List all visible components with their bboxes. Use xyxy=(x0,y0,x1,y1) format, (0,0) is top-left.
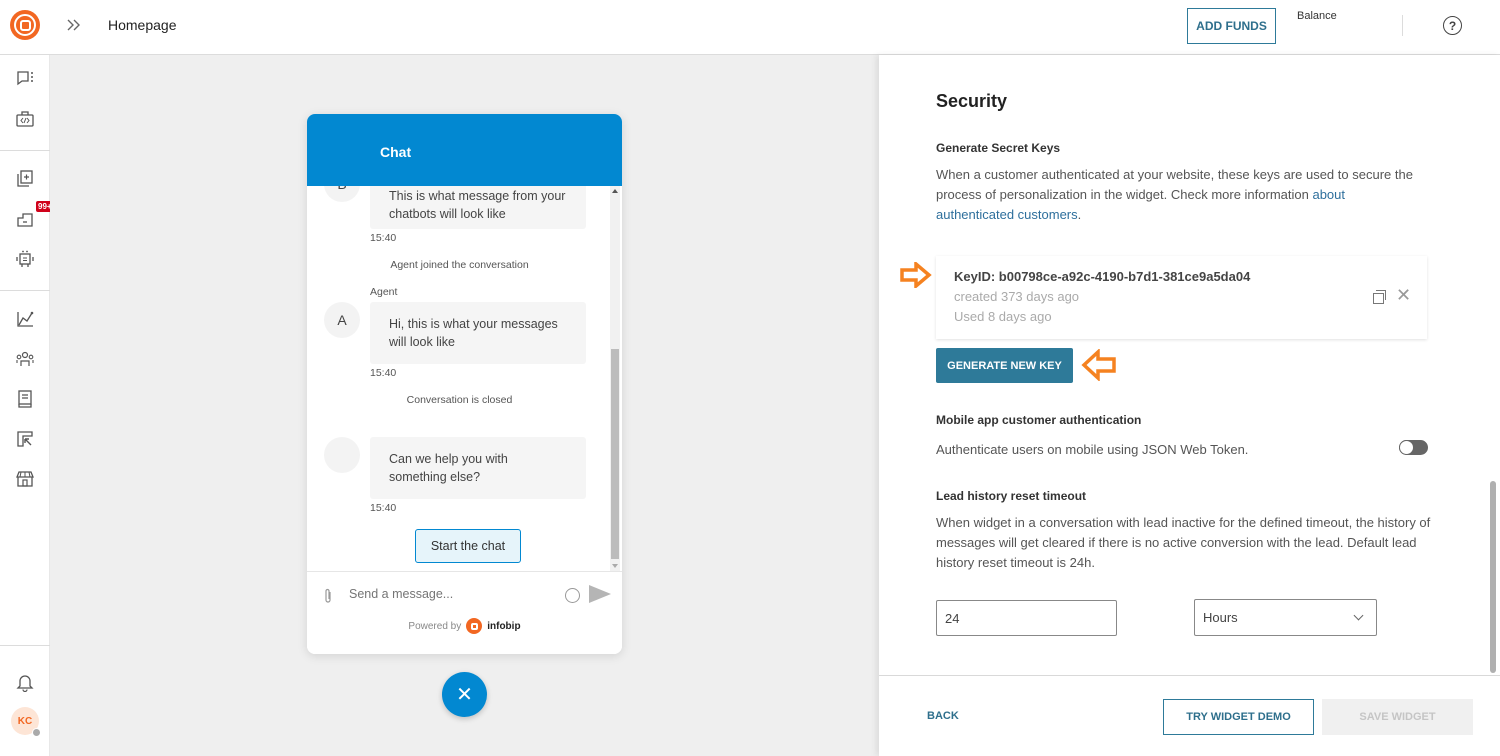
description-end: . xyxy=(1077,207,1082,222)
generate-new-key-button[interactable]: GENERATE NEW KEY xyxy=(936,348,1073,383)
storefront-icon[interactable] xyxy=(14,468,36,490)
code-briefcase-icon[interactable] xyxy=(14,108,36,130)
message-timestamp: 15:40 xyxy=(370,367,397,379)
key-created: created 373 days ago xyxy=(954,289,1080,304)
system-message: Conversation is closed xyxy=(406,394,513,406)
infobip-logo-icon xyxy=(466,618,483,634)
scroll-up-arrow-icon[interactable] xyxy=(612,189,618,193)
timeout-unit-select[interactable]: Hours xyxy=(1194,599,1377,636)
emoji-icon[interactable] xyxy=(565,588,580,603)
arrow-right-annotation-icon xyxy=(900,262,932,288)
chat-widget: Chat B This is what message from your ch… xyxy=(307,114,622,654)
bot-avatar: B xyxy=(324,186,360,202)
chat-title: Chat xyxy=(380,144,412,160)
powered-by: Powered by infobip xyxy=(307,618,622,634)
copy-icon[interactable] xyxy=(1373,290,1386,304)
balance-label: Balance xyxy=(1297,10,1337,22)
bell-icon[interactable] xyxy=(14,671,36,693)
start-chat-button[interactable]: Start the chat xyxy=(415,529,521,563)
robot-icon[interactable] xyxy=(14,248,36,270)
lead-history-description: When widget in a conversation with lead … xyxy=(936,515,1431,570)
inbox-tray-icon[interactable]: 99+ xyxy=(14,201,54,230)
key-id: KeyID: b00798ce-a92c-4190-b7d1-381ce9a5d… xyxy=(954,269,1251,284)
infobip-logo-icon[interactable] xyxy=(10,10,40,40)
scroll-down-arrow-icon[interactable] xyxy=(612,564,618,568)
lead-history-heading: Lead history reset timeout xyxy=(936,489,1087,503)
selected-unit: Hours xyxy=(1203,610,1238,625)
sidebar-divider xyxy=(0,645,50,646)
sidebar: 99+ KC xyxy=(0,55,54,756)
message-bubble: Hi, this is what your messages will look… xyxy=(370,302,586,364)
chat-header: Chat xyxy=(307,114,622,186)
mobile-auth-toggle[interactable] xyxy=(1399,440,1428,455)
panel-footer: BACK TRY WIDGET DEMO SAVE WIDGET xyxy=(879,675,1500,756)
mobile-auth-heading: Mobile app customer authentication xyxy=(936,413,1142,427)
scrollbar-thumb[interactable] xyxy=(611,349,619,559)
chat-scrollbar[interactable] xyxy=(610,186,620,571)
section-title: Security xyxy=(936,91,1008,111)
chevron-down-icon xyxy=(1353,610,1364,621)
system-message: Agent joined the conversation xyxy=(390,259,529,271)
message-avatar xyxy=(324,437,360,473)
settings-scroll-area[interactable]: Security Generate Secret Keys When a cus… xyxy=(879,55,1500,675)
save-widget-button: SAVE WIDGET xyxy=(1322,699,1473,735)
widget-preview-area: Chat B This is what message from your ch… xyxy=(50,55,879,756)
avatar-initials: KC xyxy=(17,715,33,727)
close-icon[interactable]: ✕ xyxy=(1396,285,1411,306)
sidebar-divider xyxy=(0,150,50,151)
back-button[interactable]: BACK xyxy=(927,710,959,722)
people-group-icon[interactable] xyxy=(14,348,36,370)
toggle-knob xyxy=(1399,440,1414,455)
arrow-corner-icon[interactable] xyxy=(14,428,36,450)
book-icon[interactable] xyxy=(14,388,36,410)
paperclip-icon[interactable] xyxy=(323,588,333,608)
brand-name: infobip xyxy=(487,620,521,632)
message-bubble: This is what message from your chatbots … xyxy=(370,186,586,229)
sidebar-divider xyxy=(0,290,50,291)
double-chevron-right-icon[interactable] xyxy=(64,15,84,35)
close-widget-button[interactable]: ✕ xyxy=(442,672,487,717)
message-timestamp: 15:40 xyxy=(370,502,397,514)
mobile-auth-description: Authenticate users on mobile using JSON … xyxy=(936,442,1249,457)
chat-composer: Powered by infobip xyxy=(307,571,622,654)
copy-document-icon[interactable] xyxy=(14,168,36,190)
add-funds-button[interactable]: ADD FUNDS xyxy=(1187,8,1276,44)
powered-by-label: Powered by xyxy=(408,620,462,632)
header-divider xyxy=(1402,15,1403,36)
top-bar: Homepage ADD FUNDS Balance ? xyxy=(0,0,1500,55)
question-circle-icon[interactable]: ? xyxy=(1443,16,1462,35)
message-timestamp: 15:40 xyxy=(370,232,397,244)
chat-bubble-icon[interactable] xyxy=(14,67,36,89)
key-used: Used 8 days ago xyxy=(954,309,1052,324)
secret-keys-description: When a customer authenticated at your we… xyxy=(936,165,1426,225)
arrow-left-annotation-icon xyxy=(1081,349,1116,381)
panel-scrollbar-thumb[interactable] xyxy=(1490,481,1496,673)
settings-panel: Security Generate Secret Keys When a cus… xyxy=(879,55,1500,756)
line-chart-icon[interactable] xyxy=(14,308,36,330)
chat-messages[interactable]: B This is what message from your chatbot… xyxy=(307,186,622,571)
message-bubble: Can we help you with something else? xyxy=(370,437,586,499)
message-input[interactable] xyxy=(349,584,554,604)
send-icon[interactable] xyxy=(589,585,611,603)
avatar[interactable]: KC xyxy=(11,707,41,737)
agent-avatar: A xyxy=(324,302,360,338)
secret-key-card: KeyID: b00798ce-a92c-4190-b7d1-381ce9a5d… xyxy=(936,256,1427,339)
secret-keys-heading: Generate Secret Keys xyxy=(936,141,1061,155)
presence-status-dot xyxy=(32,728,41,737)
timeout-value-input[interactable] xyxy=(936,600,1117,636)
message-sender: Agent xyxy=(370,286,398,298)
try-widget-demo-button[interactable]: TRY WIDGET DEMO xyxy=(1163,699,1314,735)
page-title: Homepage xyxy=(108,17,177,33)
